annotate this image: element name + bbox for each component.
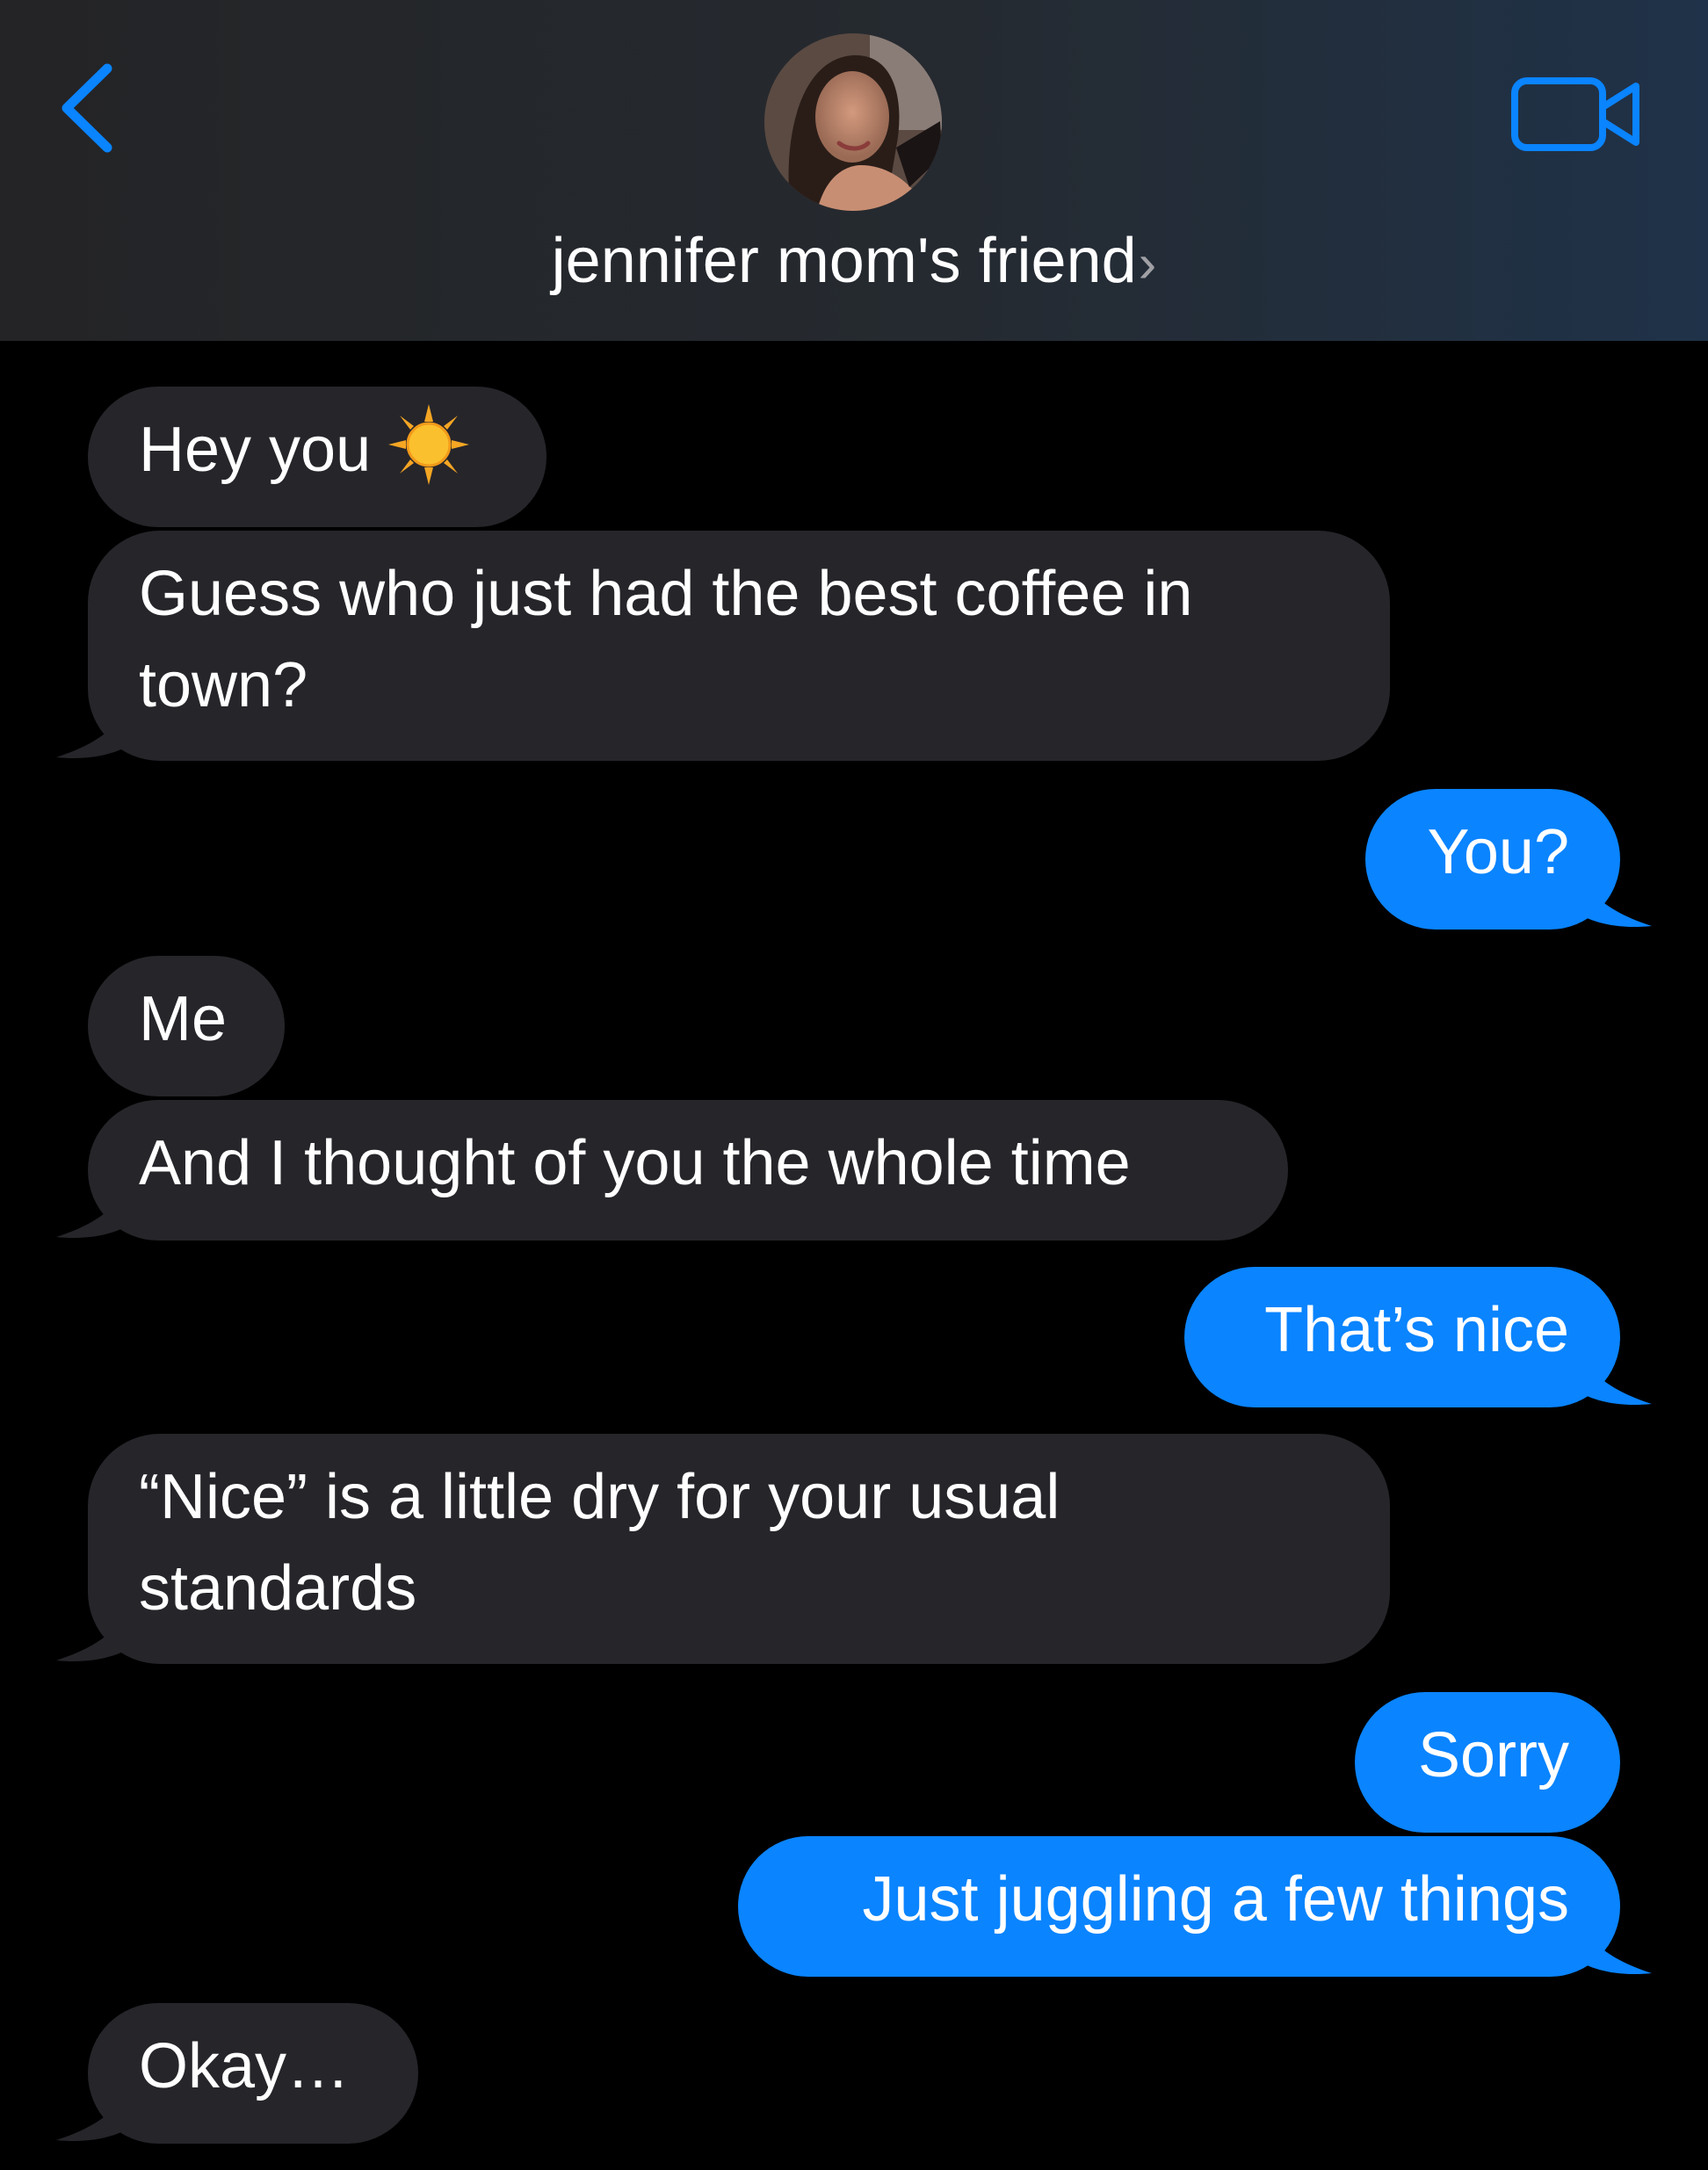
message-bubble-received[interactable]: “Nice” is a little dry for your usual st… xyxy=(56,1434,1390,1664)
bubble-tail xyxy=(56,699,135,759)
message-text: Okay… xyxy=(139,2031,351,2101)
message-bubble-received[interactable]: Me xyxy=(88,956,285,1096)
message-text-line: Guess who just had the best coffee in xyxy=(139,559,1193,629)
bubble-tail xyxy=(56,1179,135,1239)
message-text: Hey you xyxy=(139,415,372,485)
message-bubble-received[interactable]: Okay… xyxy=(56,2003,418,2144)
message-text-line: “Nice” is a little dry for your usual xyxy=(139,1462,1060,1532)
message-bubble-received[interactable]: And I thought of you the whole time xyxy=(56,1100,1288,1241)
message-bubble-sent[interactable]: You? xyxy=(1365,789,1652,929)
message-bubble-sent[interactable]: Just juggling a few things xyxy=(738,1836,1652,1977)
bubble-tail xyxy=(56,1602,135,1662)
bubble-tail xyxy=(56,2082,135,2142)
message-bubble-received[interactable]: Guess who just had the best coffee in to… xyxy=(56,531,1390,761)
chevron-left-icon xyxy=(62,63,112,153)
message-text: Me xyxy=(139,984,228,1054)
bubble-tail xyxy=(1573,1915,1652,1975)
contact-avatar[interactable] xyxy=(764,33,942,211)
message-text: Sorry xyxy=(1417,1720,1569,1790)
facetime-video-button[interactable] xyxy=(1509,70,1641,158)
video-camera-icon xyxy=(1511,77,1639,151)
back-button[interactable] xyxy=(54,60,125,156)
message-text-line: standards xyxy=(139,1553,417,1624)
message-bubble-received[interactable]: Hey you xyxy=(88,387,546,527)
sun-emoji-icon xyxy=(388,404,470,485)
contact-name: jennifer mom's friend xyxy=(551,226,1137,296)
contact-name-button[interactable]: jennifer mom's friend› xyxy=(0,221,1708,304)
message-text-line: town? xyxy=(139,650,308,720)
message-text: And I thought of you the whole time xyxy=(139,1128,1131,1198)
chevron-right-icon: › xyxy=(1138,234,1157,294)
contact-photo xyxy=(764,33,942,211)
message-text: Just juggling a few things xyxy=(862,1864,1569,1935)
conversation-header: jennifer mom's friend› xyxy=(0,0,1708,341)
message-bubble-sent[interactable]: That’s nice xyxy=(1184,1267,1652,1407)
bubble-tail xyxy=(1573,1346,1652,1406)
bubble-tail xyxy=(1573,868,1652,928)
message-bubble-sent[interactable]: Sorry xyxy=(1355,1692,1620,1833)
message-text: You? xyxy=(1427,817,1569,887)
message-text: That’s nice xyxy=(1264,1295,1569,1365)
